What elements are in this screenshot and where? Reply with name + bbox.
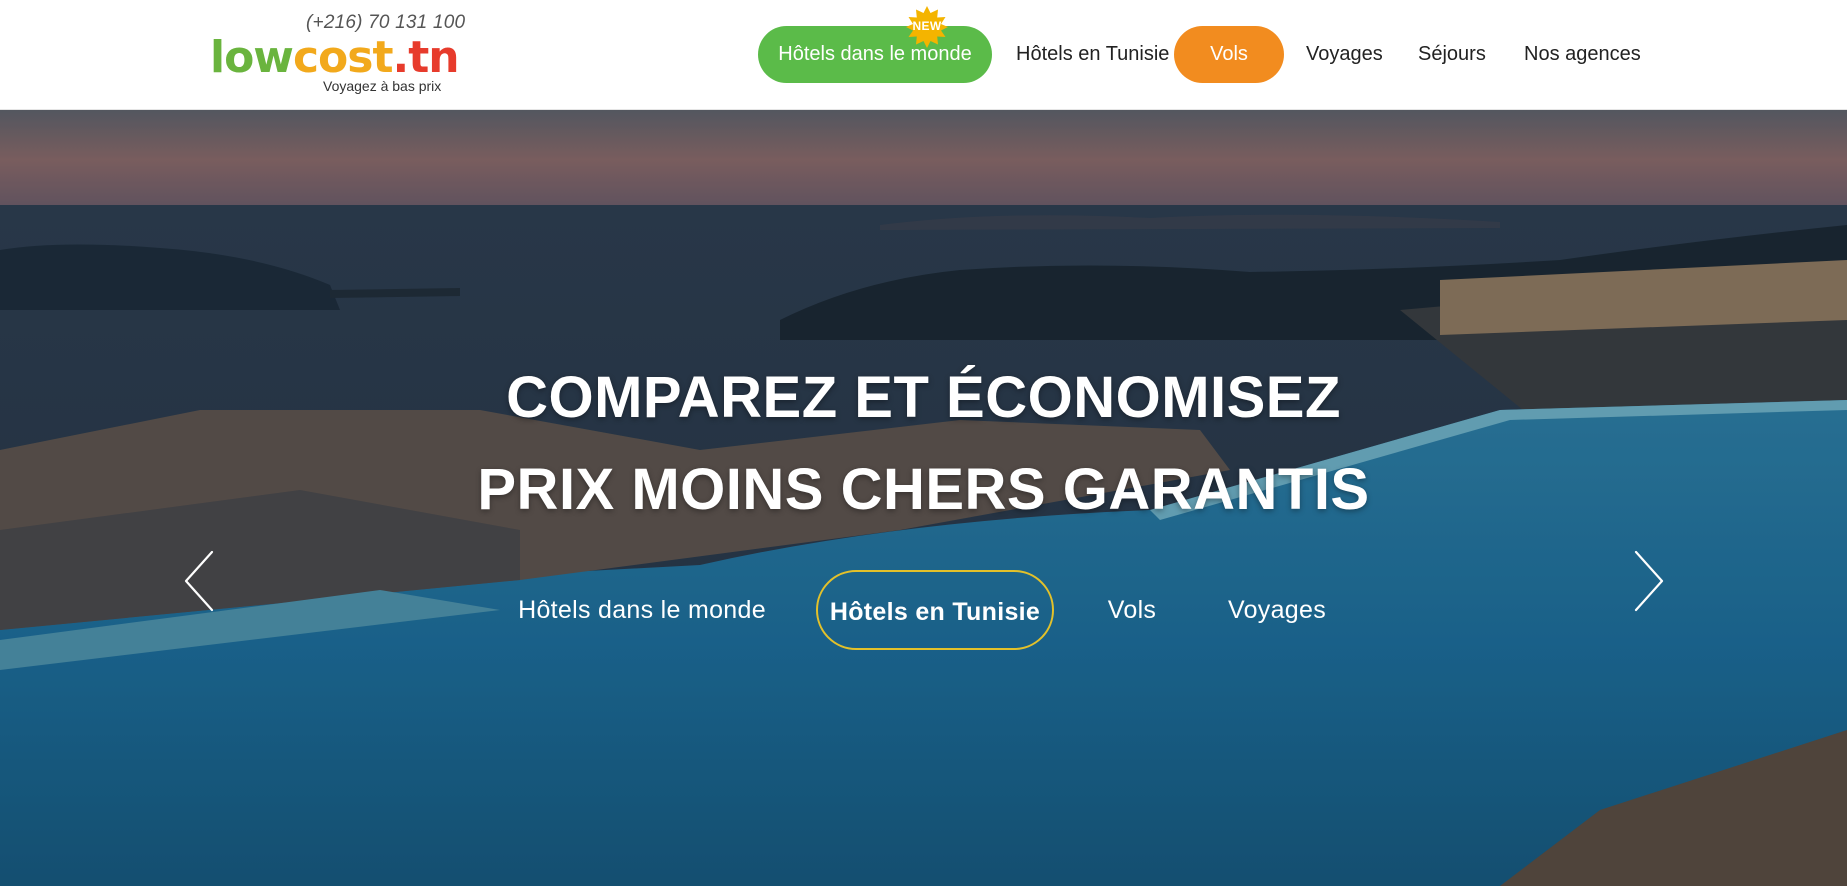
tab-vols[interactable]: Vols — [1096, 570, 1168, 650]
nav-hotels-monde[interactable]: Hôtels dans le monde — [758, 26, 992, 83]
carousel-next-button[interactable] — [1624, 548, 1668, 614]
tab-hotels-monde[interactable]: Hôtels dans le monde — [512, 570, 772, 650]
nav-voyages[interactable]: Voyages — [1300, 26, 1389, 83]
tab-voyages[interactable]: Voyages — [1222, 570, 1332, 650]
hero-headline-1: COMPAREZ ET ÉCONOMISEZ — [506, 365, 1341, 430]
chevron-left-icon — [184, 550, 214, 612]
nav-vols[interactable]: Vols — [1174, 26, 1284, 83]
hero-banner: COMPAREZ ET ÉCONOMISEZ PRIX MOINS CHERS … — [0, 110, 1847, 886]
site-header: (+216) 70 131 100 lowcost.tn Voyagez à b… — [0, 0, 1847, 110]
hero-headline-2: PRIX MOINS CHERS GARANTIS — [477, 457, 1370, 522]
main-nav: Hôtels dans le monde NEW Hôtels en Tunis… — [0, 0, 1847, 110]
tab-hotels-tunisie[interactable]: Hôtels en Tunisie — [816, 570, 1054, 650]
carousel-prev-button[interactable] — [180, 548, 224, 614]
search-tabs: Hôtels dans le monde Hôtels en Tunisie V… — [0, 570, 1847, 652]
chevron-right-icon — [1634, 550, 1664, 612]
nav-sejours[interactable]: Séjours — [1412, 26, 1492, 83]
new-badge-label: NEW — [912, 19, 942, 33]
new-badge: NEW — [906, 6, 948, 48]
nav-hotels-tunisie[interactable]: Hôtels en Tunisie — [1010, 26, 1175, 83]
nav-nos-agences[interactable]: Nos agences — [1518, 26, 1647, 83]
